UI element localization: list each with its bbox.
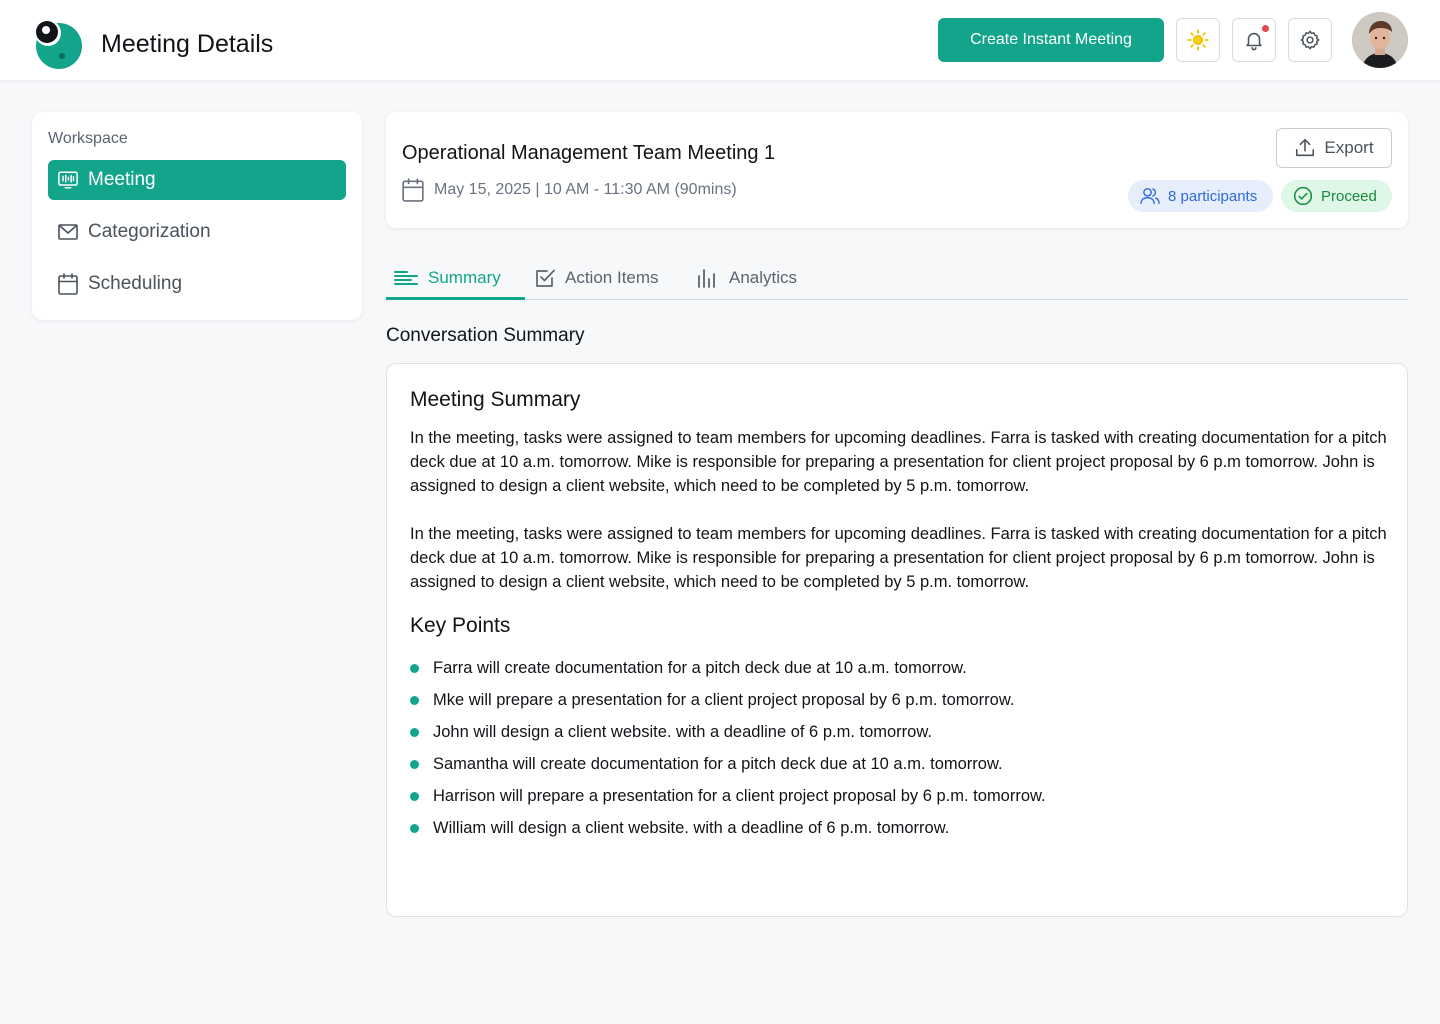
gear-icon: [1300, 30, 1320, 50]
key-point-item: Farra will create documentation for a pi…: [410, 652, 1046, 684]
key-point-item: Mke will prepare a presentation for a cl…: [410, 684, 1046, 716]
key-point-text: Harrison will prepare a presentation for…: [433, 786, 1046, 805]
key-point-item: William will design a client website. wi…: [410, 812, 1046, 844]
mail-icon: [58, 222, 78, 242]
check-circle-icon: [1293, 186, 1313, 206]
app-logo[interactable]: [32, 20, 82, 70]
active-tab-indicator: [386, 297, 525, 300]
meeting-title: Operational Management Team Meeting 1: [402, 142, 776, 164]
page-title: Meeting Details: [101, 30, 274, 58]
sidebar-heading: Workspace: [48, 130, 128, 147]
upload-icon: [1296, 138, 1315, 157]
sidebar-item-scheduling[interactable]: Scheduling: [48, 264, 346, 304]
key-point-item: Samantha will create documentation for a…: [410, 748, 1046, 780]
bullet-dot: [410, 823, 419, 833]
users-icon: [1140, 187, 1160, 205]
user-avatar[interactable]: [1352, 12, 1408, 68]
bullet-dot: [410, 791, 419, 801]
key-point-text: John will design a client website. with …: [433, 722, 932, 741]
create-instant-meeting-button[interactable]: Create Instant Meeting: [938, 18, 1164, 62]
bar-chart-icon: [698, 269, 715, 288]
meeting-icon: [58, 170, 78, 190]
sun-icon: [1187, 29, 1209, 51]
key-point-item: Harrison will prepare a presentation for…: [410, 780, 1046, 812]
summary-paragraph: In the meeting, tasks were assigned to t…: [410, 429, 1387, 495]
tab-action-items[interactable]: Action Items: [535, 256, 659, 300]
key-point-text: Farra will create documentation for a pi…: [433, 658, 967, 677]
lines-icon: [394, 271, 418, 285]
bullet-dot: [410, 727, 419, 737]
bell-icon: [1246, 32, 1262, 51]
sidebar-item-label: Meeting: [88, 169, 156, 190]
key-point-text: Mke will prepare a presentation for a cl…: [433, 690, 1015, 709]
settings-button[interactable]: [1288, 18, 1332, 62]
export-button[interactable]: Export: [1276, 128, 1392, 168]
meeting-date-text: May 15, 2025 | 10 AM - 11:30 AM (90mins): [434, 181, 737, 198]
notification-dot: [1262, 25, 1269, 32]
meeting-date: May 15, 2025 | 10 AM - 11:30 AM (90mins): [402, 178, 737, 202]
summary-card: Meeting Summary In the meeting, tasks we…: [386, 363, 1408, 917]
tab-label: Analytics: [729, 268, 798, 287]
calendar-icon: [402, 178, 424, 202]
meeting-header-card: Operational Management Team Meeting 1 Ma…: [386, 112, 1408, 228]
key-point-text: Samantha will create documentation for a…: [433, 754, 1003, 773]
checkbox-icon: [536, 269, 555, 287]
tab-analytics[interactable]: Analytics: [697, 256, 797, 300]
participants-count: 8 participants: [1168, 187, 1258, 205]
sidebar-item-categorization[interactable]: Categorization: [48, 212, 346, 252]
bullet-dot: [410, 759, 419, 769]
sidebar-item-meeting[interactable]: Meeting: [48, 160, 346, 200]
calendar-icon: [58, 273, 78, 295]
theme-toggle-button[interactable]: [1176, 18, 1220, 62]
sidebar-item-label: Scheduling: [88, 273, 183, 294]
key-points-list: Farra will create documentation for a pi…: [410, 652, 1046, 844]
sidebar: Workspace Meeting Categorization Schedul…: [32, 112, 362, 320]
tab-bar: Summary Action Items Analytics: [386, 256, 1408, 300]
key-points-heading: Key Points: [410, 614, 511, 637]
summary-paragraph: In the meeting, tasks were assigned to t…: [410, 525, 1387, 591]
tab-label: Action Items: [565, 268, 659, 287]
section-title: Conversation Summary: [386, 325, 585, 346]
bullet-dot: [410, 695, 419, 705]
top-header: Meeting Details Create Instant Meeting: [0, 0, 1440, 80]
export-label: Export: [1324, 138, 1374, 157]
bullet-dot: [410, 663, 419, 673]
sidebar-item-label: Categorization: [88, 221, 211, 242]
summary-heading: Meeting Summary: [410, 388, 581, 411]
tab-label: Summary: [428, 268, 501, 287]
status-badge: Proceed: [1281, 180, 1392, 212]
notifications-button[interactable]: [1232, 18, 1276, 62]
key-point-item: John will design a client website. with …: [410, 716, 1046, 748]
tab-summary[interactable]: Summary: [394, 256, 501, 300]
key-point-text: William will design a client website. wi…: [433, 818, 950, 837]
participants-badge[interactable]: 8 participants: [1128, 180, 1273, 212]
status-label: Proceed: [1321, 187, 1377, 205]
